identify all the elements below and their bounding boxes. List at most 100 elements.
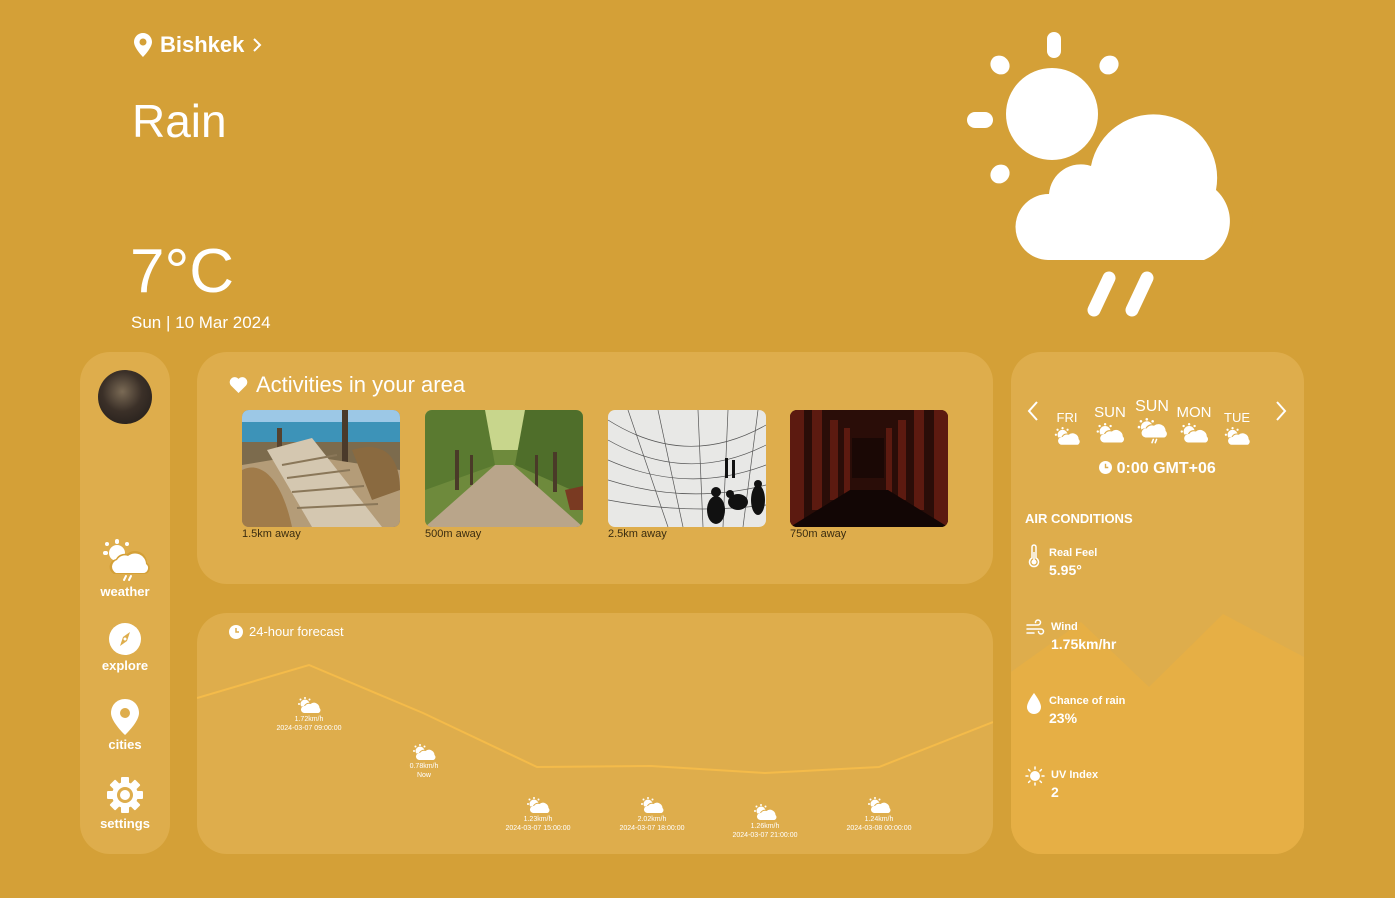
- activity-distance: 2.5km away: [608, 528, 667, 540]
- sidebar: weather explore cities settings: [80, 352, 170, 854]
- forecast-wind: 1.72km/h: [294, 716, 324, 723]
- activity-image-art-installation: [608, 410, 766, 527]
- day-item[interactable]: MON: [1174, 404, 1214, 445]
- current-date: Sun | 10 Mar 2024: [131, 313, 271, 332]
- air-item-value: 2: [1051, 784, 1059, 800]
- forecast-point[interactable]: 1.26km/h 2024-03-07 21:00:00: [710, 804, 820, 840]
- air-item-value: 23%: [1049, 710, 1078, 726]
- partly-cloudy-icon: [1224, 427, 1251, 446]
- activity-card[interactable]: 750m away: [790, 410, 948, 540]
- location-selector[interactable]: Bishkek: [134, 32, 262, 58]
- map-pin-icon: [134, 33, 152, 57]
- air-item-label: Real Feel: [1049, 547, 1098, 559]
- thermometer-icon: [1028, 544, 1040, 568]
- air-item-label: Wind: [1051, 621, 1078, 633]
- forecast-time: 2024-03-07 15:00:00: [505, 825, 571, 832]
- forecast-time: 2024-03-07 09:00:00: [276, 725, 342, 732]
- day-item[interactable]: TUE: [1217, 410, 1257, 447]
- gear-icon: [107, 777, 143, 813]
- day-label: SUN: [1094, 404, 1126, 421]
- partly-cloudy-icon: [298, 697, 321, 715]
- partly-cloudy-icon: [1096, 423, 1125, 444]
- activities-panel: Activities in your area 1.5km away 500m …: [197, 352, 993, 584]
- heart-icon: [229, 376, 248, 393]
- forecast-point[interactable]: 0.78km/h Now: [369, 744, 479, 780]
- activity-distance: 500m away: [425, 528, 482, 540]
- air-item-value: 5.95°: [1049, 562, 1082, 578]
- day-item[interactable]: FRI: [1047, 410, 1087, 447]
- sidebar-item-label: explore: [101, 658, 149, 673]
- weather-icon: [103, 539, 150, 581]
- activity-distance: 750m away: [790, 528, 847, 540]
- activity-distance: 1.5km away: [242, 528, 301, 540]
- wind-icon: [1026, 619, 1045, 635]
- timezone-display: 0:00 GMT+06: [1011, 460, 1304, 478]
- forecast-point[interactable]: 1.24km/h 2024-03-08 00:00:00: [824, 797, 934, 833]
- partly-cloudy-icon: [413, 744, 436, 762]
- rain-icon: [1137, 418, 1168, 444]
- partly-cloudy-icon: [754, 804, 777, 822]
- forecast-time: 2024-03-07 18:00:00: [619, 825, 685, 832]
- compass-icon: [109, 623, 141, 655]
- activity-card[interactable]: 500m away: [425, 410, 583, 540]
- forecast-wind: 1.26km/h: [750, 823, 780, 830]
- forecast-point[interactable]: 1.72km/h 2024-03-07 09:00:00: [254, 697, 364, 733]
- day-label: SUN: [1135, 398, 1169, 415]
- forecast-wind: 2.02km/h: [637, 816, 667, 823]
- activity-image-park: [425, 410, 583, 527]
- air-item-label: UV Index: [1051, 769, 1099, 781]
- chevron-right-icon: [253, 38, 262, 52]
- air-item-uv-index: UV Index 2: [1025, 766, 1098, 800]
- forecast-time: 2024-03-07 21:00:00: [732, 832, 798, 839]
- sidebar-item-label: weather: [100, 584, 150, 599]
- sidebar-item-settings[interactable]: settings: [80, 776, 170, 831]
- forecast-wind: 0.78km/h: [409, 763, 439, 770]
- day-item-active[interactable]: SUN: [1132, 398, 1172, 444]
- forecast-time: Now: [416, 772, 431, 779]
- partly-cloudy-icon: [527, 797, 550, 815]
- clock-icon: [1099, 461, 1113, 474]
- day-label: FRI: [1056, 410, 1078, 425]
- day-item[interactable]: SUN: [1090, 404, 1130, 445]
- city-name: Bishkek: [160, 32, 245, 57]
- forecast-time: 2024-03-08 00:00:00: [846, 825, 912, 832]
- day-label: TUE: [1224, 410, 1250, 425]
- air-item-wind: Wind 1.75km/hr: [1025, 618, 1116, 652]
- map-pin-icon: [111, 699, 139, 735]
- timezone-text: 0:00 GMT+06: [1116, 460, 1216, 477]
- day-selector: FRI SUN SUN MON TUE: [1011, 398, 1304, 458]
- sidebar-item-cities[interactable]: cities: [80, 699, 170, 752]
- forecast-panel: 24-hour forecast 1.72km/h 2024-03-07 09:…: [197, 613, 993, 854]
- air-item-real-feel: Real Feel 5.95°: [1025, 544, 1097, 578]
- air-conditions-title: AIR CONDITIONS: [1025, 511, 1133, 526]
- sidebar-item-explore[interactable]: explore: [80, 622, 170, 673]
- sidebar-item-weather[interactable]: weather: [80, 538, 170, 599]
- partly-cloudy-icon: [1180, 423, 1209, 444]
- activity-image-beach: [242, 410, 400, 527]
- sun-icon: [1025, 766, 1045, 786]
- conditions-panel: FRI SUN SUN MON TUE 0:00 GMT+06 AIR COND…: [1011, 352, 1304, 854]
- partly-cloudy-icon: [641, 797, 664, 815]
- activities-title: Activities in your area: [256, 372, 466, 397]
- activities-header: Activities in your area: [229, 372, 465, 398]
- sun-cloud-rain-icon: [967, 32, 1254, 317]
- droplet-icon: [1027, 693, 1041, 714]
- activity-card[interactable]: 1.5km away: [242, 410, 400, 540]
- day-label: MON: [1176, 404, 1212, 421]
- temperature: 7°C: [130, 237, 235, 306]
- air-item-label: Chance of rain: [1049, 695, 1126, 707]
- forecast-wind: 1.23km/h: [523, 816, 553, 823]
- weather-condition: Rain: [132, 95, 227, 147]
- forecast-point[interactable]: 2.02km/h 2024-03-07 18:00:00: [597, 797, 707, 833]
- sidebar-item-label: cities: [108, 737, 142, 752]
- activity-card[interactable]: 2.5km away: [608, 410, 766, 540]
- air-item-value: 1.75km/hr: [1051, 636, 1117, 652]
- activity-image-shrine-gates: [790, 410, 948, 527]
- forecast-point[interactable]: 1.23km/h 2024-03-07 15:00:00: [483, 797, 593, 833]
- sidebar-item-label: settings: [100, 816, 150, 831]
- air-item-chance-of-rain: Chance of rain 23%: [1025, 692, 1125, 726]
- avatar[interactable]: [98, 370, 152, 424]
- partly-cloudy-icon: [868, 797, 891, 815]
- partly-cloudy-icon: [1054, 427, 1081, 446]
- forecast-wind: 1.24km/h: [864, 816, 894, 823]
